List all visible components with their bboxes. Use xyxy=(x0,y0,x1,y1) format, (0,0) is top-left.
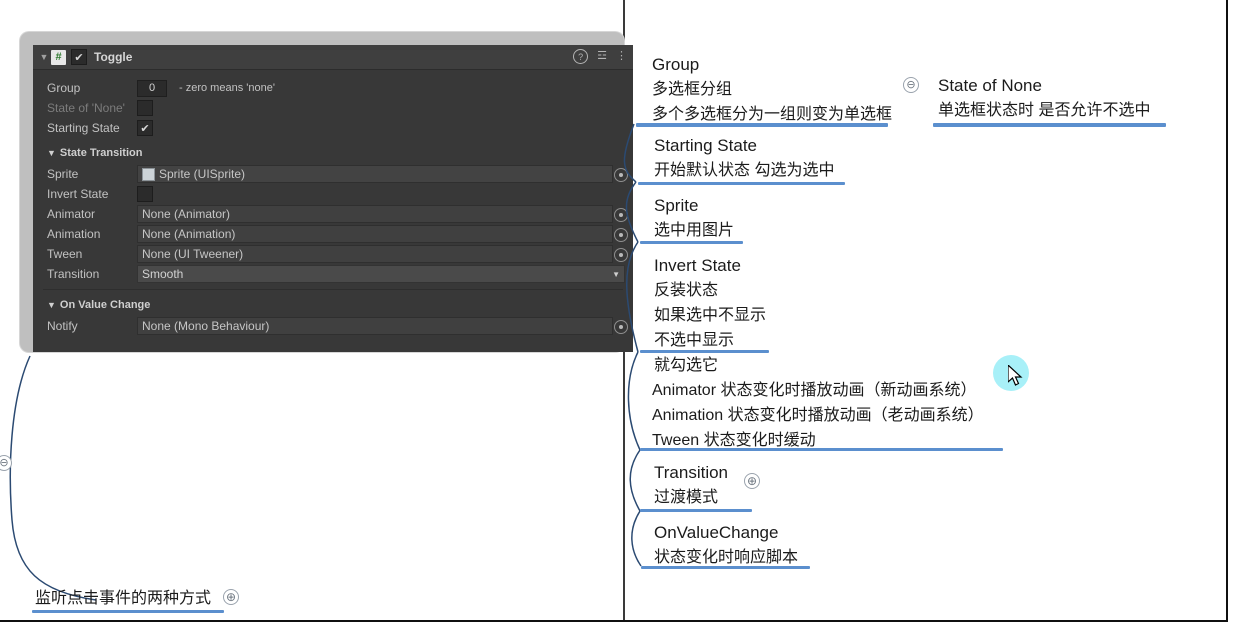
node-desc-animator: Animator 状态变化时播放动画（新动画系统） xyxy=(652,382,977,399)
node-underline-sprite xyxy=(640,241,743,244)
node-title-on-value-change: OnValueChange xyxy=(654,523,779,542)
mindmap-node-on-value-change[interactable]: OnValueChange 状态变化时响应脚本 xyxy=(654,520,798,570)
node-collapse-toggle-group[interactable]: ⊖ xyxy=(903,77,919,93)
mouse-cursor-icon xyxy=(1008,365,1023,386)
node-title-state-of-none: State of None xyxy=(938,76,1042,95)
node-expand-toggle-transition[interactable]: ⊕ xyxy=(744,473,760,489)
node-title-group: Group xyxy=(652,55,700,74)
node-underline-animation-group xyxy=(640,448,1003,451)
node-underline-group xyxy=(636,123,888,127)
node-title-invert-state: Invert State xyxy=(654,256,741,275)
node-desc-animation: Animation 状态变化时播放动画（老动画系统） xyxy=(652,407,984,424)
node-title-transition: Transition xyxy=(654,463,729,482)
node-desc-sprite-1: 选中用图片 xyxy=(654,222,735,239)
node-underline-starting-state xyxy=(638,182,845,185)
node-desc-starting-state-1: 开始默认状态 勾选为选中 xyxy=(654,162,835,179)
node-desc-invert-state-1: 反装状态 xyxy=(654,282,719,299)
mindmap-node-sprite[interactable]: Sprite 选中用图片 xyxy=(654,193,734,243)
node-title-starting-state: Starting State xyxy=(654,136,758,155)
node-underline-invert-state xyxy=(640,350,769,353)
mindmap-node-group[interactable]: Group 多选框分组 多个多选框分为一组则变为单选框 xyxy=(652,52,892,127)
mindmap-node-state-of-none[interactable]: State of None 单选框状态时 是否允许不选中 xyxy=(938,73,1150,123)
mindmap-node-animation-group[interactable]: Animator 状态变化时播放动画（新动画系统） Animation 状态变化… xyxy=(652,378,984,453)
node-desc-group-1: 多选框分组 xyxy=(652,81,733,98)
mindmap-node-starting-state[interactable]: Starting State 开始默认状态 勾选为选中 xyxy=(654,133,834,183)
node-title-sprite: Sprite xyxy=(654,196,699,215)
node-expand-toggle-click-listen[interactable]: ⊕ xyxy=(223,589,239,605)
node-desc-invert-state-2: 如果选中不显示 xyxy=(654,307,767,324)
mindmap-node-click-listen[interactable]: 监听点击事件的两种方式 xyxy=(35,586,211,611)
mindmap-node-transition[interactable]: Transition 过渡模式 xyxy=(654,460,728,510)
mindmap-node-invert-state[interactable]: Invert State 反装状态 如果选中不显示 不选中显示 就勾选它 xyxy=(654,253,766,378)
node-desc-invert-state-4: 就勾选它 xyxy=(654,357,719,374)
node-underline-on-value-change xyxy=(641,566,810,569)
node-desc-transition-1: 过渡模式 xyxy=(654,489,719,506)
node-underline-click-listen xyxy=(32,610,224,613)
node-underline-transition xyxy=(640,509,752,512)
node-desc-state-of-none-1: 单选框状态时 是否允许不选中 xyxy=(938,102,1151,119)
node-underline-state-of-none xyxy=(933,123,1166,127)
